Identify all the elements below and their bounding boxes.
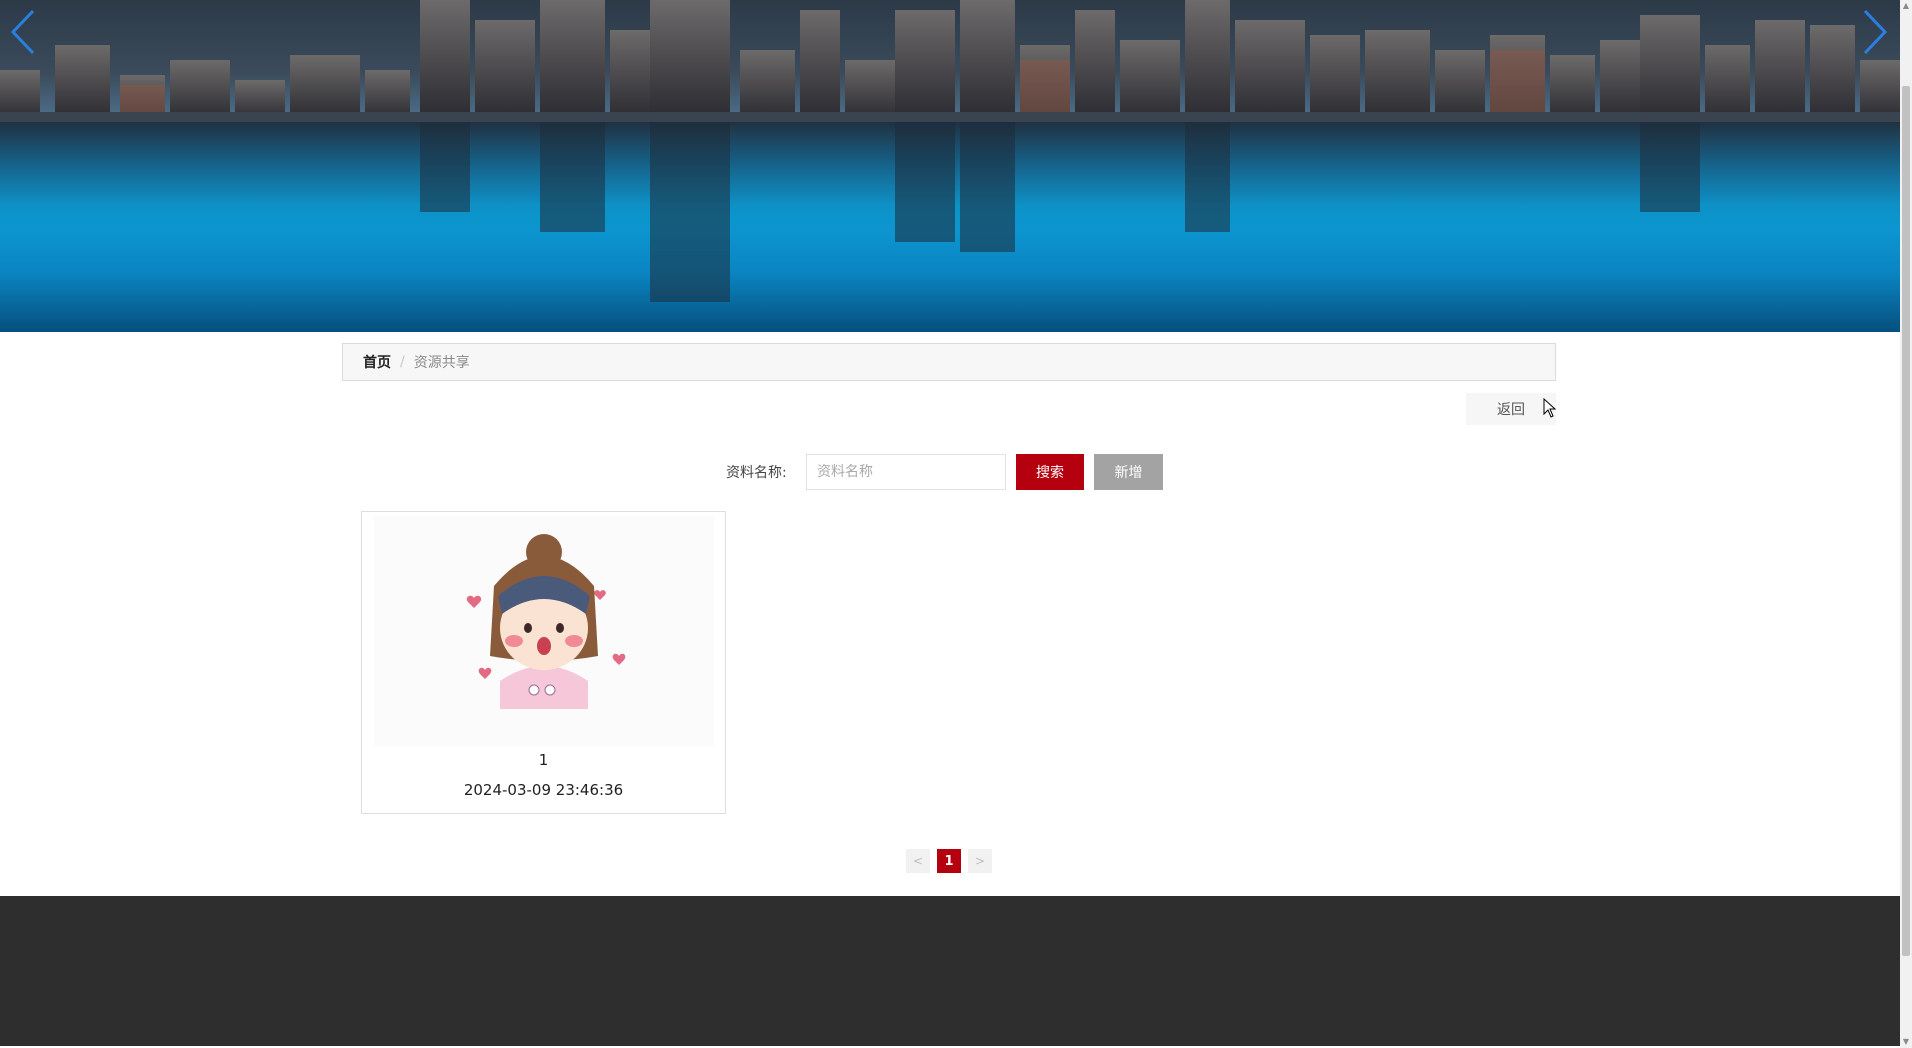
chevron-right-icon <box>1863 9 1888 55</box>
scroll-up-arrow-icon[interactable]: ▲ <box>1900 0 1912 12</box>
cartoon-girl-avatar-image <box>466 534 626 709</box>
banner-carousel <box>0 0 1900 332</box>
breadcrumb: 首页 / 资源共享 <box>342 343 1556 381</box>
chevron-left-icon <box>10 9 35 55</box>
page-scrollbar[interactable]: ▲ ▼ <box>1900 0 1912 1048</box>
breadcrumb-current: 资源共享 <box>413 355 470 371</box>
resource-thumbnail <box>374 516 714 746</box>
resource-card[interactable]: 1 2024-03-09 23:46:36 <box>361 511 726 814</box>
footer <box>0 896 1900 1046</box>
search-label: 资料名称: <box>726 465 787 481</box>
add-button[interactable]: 新增 <box>1094 454 1163 490</box>
search-button[interactable]: 搜索 <box>1016 454 1084 490</box>
pagination-next-button[interactable]: > <box>968 849 992 873</box>
breadcrumb-separator: / <box>400 354 405 370</box>
resource-title: 1 <box>538 751 549 769</box>
pagination-page-1[interactable]: 1 <box>937 849 961 873</box>
city-skyline-image <box>0 0 1900 302</box>
carousel-next-button[interactable] <box>1858 6 1892 58</box>
resource-name-input[interactable] <box>806 454 1006 490</box>
scrollbar-thumb[interactable] <box>1902 86 1910 956</box>
breadcrumb-home-link[interactable]: 首页 <box>363 352 391 372</box>
scroll-down-arrow-icon[interactable]: ▼ <box>1900 1036 1912 1048</box>
carousel-prev-button[interactable] <box>6 6 40 58</box>
mouse-cursor-icon <box>1543 398 1557 418</box>
pagination-prev-button[interactable]: < <box>906 849 930 873</box>
resource-time: 2024-03-09 23:46:36 <box>463 781 624 799</box>
